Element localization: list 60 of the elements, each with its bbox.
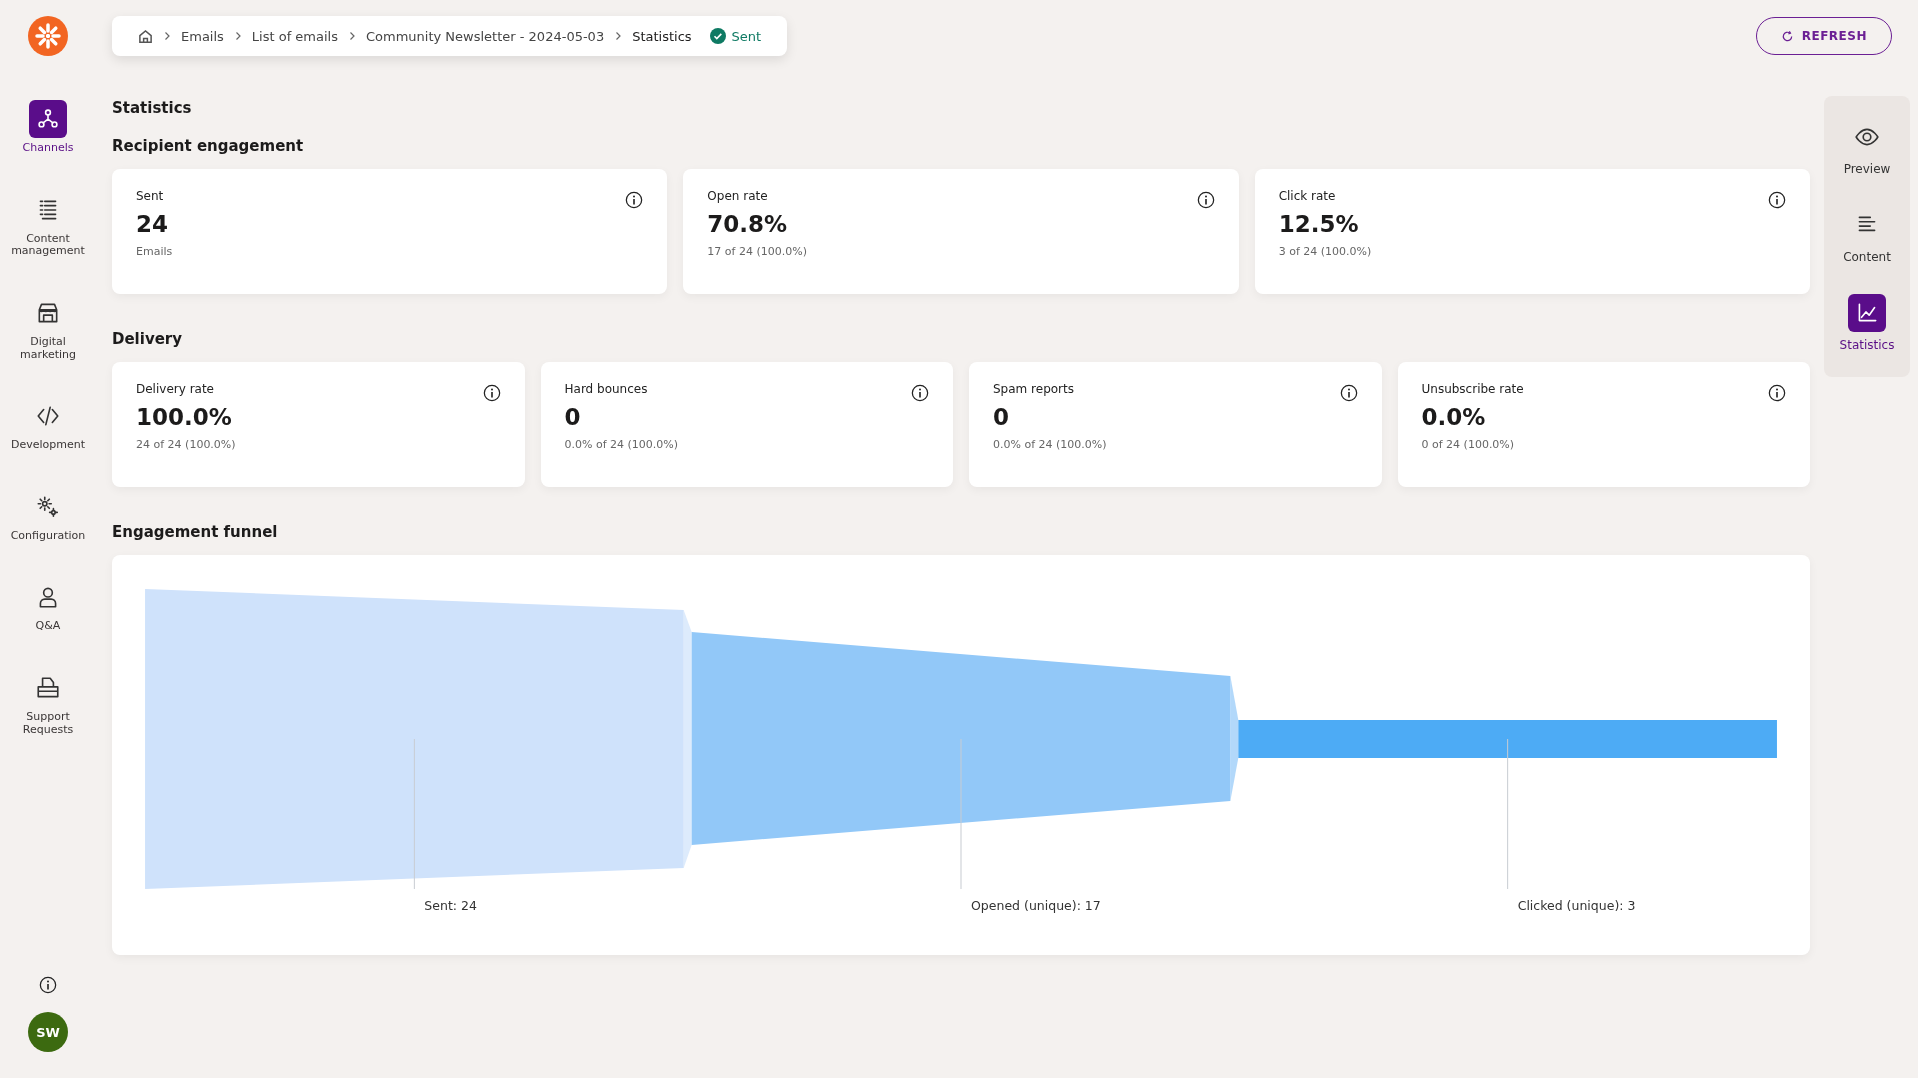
sidebar-item[interactable]: Digital marketing [2,293,94,362]
stat-detail: 24 of 24 (100.0%) [136,438,236,451]
logo-icon[interactable] [28,16,68,56]
info-icon[interactable] [482,384,501,402]
stat-value: 0.0% [1421,404,1486,430]
info-icon[interactable] [1196,191,1215,209]
stat-detail: Emails [136,245,173,258]
refresh-icon [1780,29,1794,43]
info-icon[interactable] [625,191,644,209]
stat-label: Hard bounces [564,382,648,396]
chevron-icon [348,31,356,41]
panel-tab[interactable]: Preview [1843,118,1891,176]
stat-value: 0 [564,404,581,430]
sidebar-item[interactable]: Configuration [2,487,94,543]
stat-label: Click rate [1278,189,1336,203]
section-title: Delivery [112,330,184,348]
stat-label: Open rate [707,189,768,203]
status-label: Sent [731,28,762,44]
section-title: Engagement funnel [112,523,279,541]
info-icon[interactable] [1339,384,1358,402]
page-title: Statistics [112,99,193,117]
stat-label: Unsubscribe rate [1421,382,1524,396]
home-icon[interactable] [138,28,153,44]
panel-tab[interactable]: Statistics [1839,294,1895,352]
stat-detail: 0.0% of 24 (100.0%) [564,438,679,451]
sidebar-item[interactable]: Development [2,397,94,452]
sidebar-item[interactable]: Q&A [2,578,94,634]
stat-label: Delivery rate [136,382,214,396]
chevron-icon [233,31,242,41]
stat-value: 12.5% [1278,211,1359,237]
sidebar-item[interactable]: Support Requests [2,669,94,737]
section-title: Recipient engagement [112,137,305,155]
breadcrumb-link[interactable]: List of emails [251,28,338,44]
stat-value: 24 [136,211,168,237]
breadcrumb-link[interactable]: Community Newsletter - 2024-05-03 [366,28,605,44]
info-icon[interactable] [911,384,929,402]
info-icon[interactable] [39,976,57,994]
info-icon[interactable] [1768,191,1786,209]
chevron-icon [614,31,623,41]
check-circle-icon [709,28,726,44]
sidebar-item[interactable]: Content management [2,190,94,258]
panel-tab[interactable]: Content [1843,206,1891,264]
breadcrumb-link[interactable]: Statistics [632,28,692,44]
sidebar-item[interactable]: Channels [2,100,94,155]
funnel-label: Opened (unique): 17 [971,898,1101,913]
stat-detail: 3 of 24 (100.0%) [1278,245,1372,258]
user-avatar[interactable]: SW [28,1012,68,1052]
stat-label: Spam reports [993,382,1074,396]
stat-value: 100.0% [136,404,232,430]
chevron-icon [163,31,171,41]
stat-value: 0 [993,404,1009,430]
stat-detail: 17 of 24 (100.0%) [707,245,807,258]
stat-detail: 0.0% of 24 (100.0%) [993,438,1107,451]
stat-value: 70.8% [707,211,788,237]
breadcrumb-link[interactable]: Emails [181,28,224,44]
funnel-label: Clicked (unique): 3 [1517,898,1636,913]
funnel-label: Sent: 24 [424,898,477,913]
stat-detail: 0 of 24 (100.0%) [1421,438,1515,451]
stat-label: Sent [136,189,164,203]
info-icon[interactable] [1768,384,1786,402]
